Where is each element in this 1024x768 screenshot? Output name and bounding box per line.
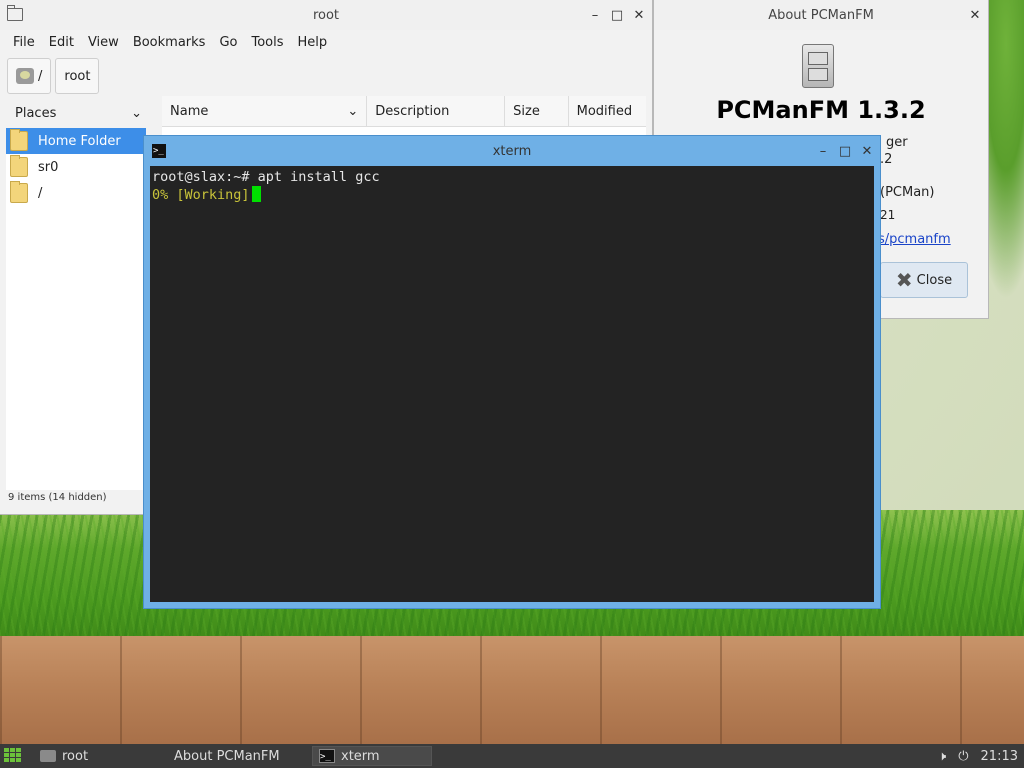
- menu-bookmarks[interactable]: Bookmarks: [126, 35, 213, 50]
- chevron-down-icon[interactable]: ⌄: [131, 106, 142, 121]
- close-icon[interactable]: ✕: [632, 8, 646, 23]
- column-label: Modified: [576, 103, 633, 119]
- task-xterm[interactable]: >_ xterm: [312, 746, 432, 766]
- maximize-icon[interactable]: □: [610, 8, 624, 23]
- close-button[interactable]: ✖ Close: [880, 262, 968, 298]
- task-label: xterm: [341, 748, 380, 764]
- places-label: Places: [15, 105, 57, 121]
- maximize-icon[interactable]: □: [838, 144, 852, 159]
- path-button-root-home[interactable]: root: [55, 58, 100, 94]
- menu-help[interactable]: Help: [291, 35, 335, 50]
- task-root[interactable]: root: [34, 746, 162, 766]
- folder-icon: [10, 181, 28, 203]
- terminal-icon: >_: [319, 749, 335, 763]
- column-modified[interactable]: Modified: [569, 96, 646, 126]
- column-label: Description: [375, 103, 450, 119]
- column-description[interactable]: Description: [367, 96, 506, 126]
- places-sidebar: Places ⌄ Home Folder sr0 /: [6, 98, 146, 490]
- terminal-command-line: root@slax:~# apt install gcc: [152, 169, 380, 185]
- sidebar-item-home-folder[interactable]: Home Folder: [6, 128, 146, 154]
- status-bar: 9 items (14 hidden): [8, 492, 107, 503]
- window-title: root: [312, 7, 340, 23]
- about-version-fragment: .2: [880, 152, 893, 167]
- column-label: Size: [513, 103, 540, 119]
- about-author-fragment: (PCMan): [880, 185, 935, 200]
- wallpaper-floor: [0, 636, 1024, 744]
- path-bar: / root: [0, 54, 652, 98]
- drive-icon: [16, 68, 34, 84]
- window-title: xterm: [492, 143, 532, 159]
- power-icon[interactable]: ⏻: [958, 749, 968, 764]
- about-description-fragment: ger: [886, 135, 908, 150]
- sidebar-item-label: sr0: [38, 159, 59, 175]
- folder-icon: [10, 129, 28, 151]
- column-name[interactable]: Name ⌄: [162, 96, 368, 126]
- app-name: PCManFM 1.3.2: [716, 96, 926, 124]
- close-icon[interactable]: ✕: [968, 8, 982, 23]
- sidebar-item-label: Home Folder: [38, 133, 121, 149]
- menu-tools[interactable]: Tools: [244, 35, 290, 50]
- column-label: Name: [170, 103, 209, 119]
- about-titlebar[interactable]: About PCManFM ✕: [654, 0, 988, 30]
- sidebar-item-label: /: [38, 185, 43, 201]
- menubar: File Edit View Bookmarks Go Tools Help: [0, 30, 652, 54]
- terminal-progress-line: 0% [Working]: [152, 187, 250, 203]
- close-icon: ✖: [895, 268, 913, 292]
- path-label: root: [64, 68, 91, 84]
- desktop: root – □ ✕ File Edit View Bookmarks Go T…: [0, 0, 1024, 744]
- column-size[interactable]: Size: [505, 96, 569, 126]
- minimize-icon[interactable]: –: [588, 8, 602, 23]
- task-label: root: [62, 748, 89, 764]
- minimize-icon[interactable]: –: [816, 144, 830, 159]
- path-button-root-dir[interactable]: /: [7, 58, 52, 94]
- window-title: About PCManFM: [768, 7, 874, 23]
- task-label: About PCManFM: [174, 748, 280, 764]
- file-manager-titlebar[interactable]: root – □ ✕: [0, 0, 652, 30]
- clock[interactable]: 21:13: [981, 749, 1018, 764]
- website-link[interactable]: s/pcmanfm: [878, 232, 951, 247]
- sidebar-item-root[interactable]: /: [6, 180, 146, 206]
- start-menu-icon[interactable]: [4, 748, 24, 764]
- xterm-window: >_ xterm – □ ✕ root@slax:~# apt install …: [144, 136, 880, 608]
- path-label: /: [38, 68, 43, 84]
- file-cabinet-icon: [802, 44, 834, 88]
- menu-file[interactable]: File: [6, 35, 42, 50]
- places-header[interactable]: Places ⌄: [6, 98, 146, 128]
- menu-edit[interactable]: Edit: [42, 35, 81, 50]
- terminal-icon: >_: [152, 144, 166, 158]
- folder-icon: [7, 5, 23, 21]
- taskbar: root About PCManFM >_ xterm 🕨 ⏻ 21:13: [0, 744, 1024, 768]
- file-list: Name ⌄ Description Size Modified: [162, 96, 646, 136]
- chevron-down-icon: ⌄: [347, 103, 359, 119]
- close-icon[interactable]: ✕: [860, 144, 874, 159]
- terminal-output[interactable]: root@slax:~# apt install gcc 0% [Working…: [150, 166, 874, 602]
- folder-icon: [10, 155, 28, 177]
- about-copyright-fragment: 21: [880, 208, 896, 222]
- menu-view[interactable]: View: [81, 35, 126, 50]
- task-about-pcmanfm[interactable]: About PCManFM: [168, 746, 306, 766]
- folder-icon: [40, 750, 56, 762]
- volume-icon[interactable]: 🕨: [938, 749, 946, 764]
- column-headers: Name ⌄ Description Size Modified: [162, 96, 646, 127]
- close-button-label: Close: [916, 272, 953, 288]
- sidebar-item-sr0[interactable]: sr0: [6, 154, 146, 180]
- terminal-cursor: [251, 186, 261, 202]
- xterm-titlebar[interactable]: >_ xterm – □ ✕: [144, 136, 880, 166]
- menu-go[interactable]: Go: [212, 35, 244, 50]
- system-tray: 🕨 ⏻ 21:13: [938, 744, 1018, 768]
